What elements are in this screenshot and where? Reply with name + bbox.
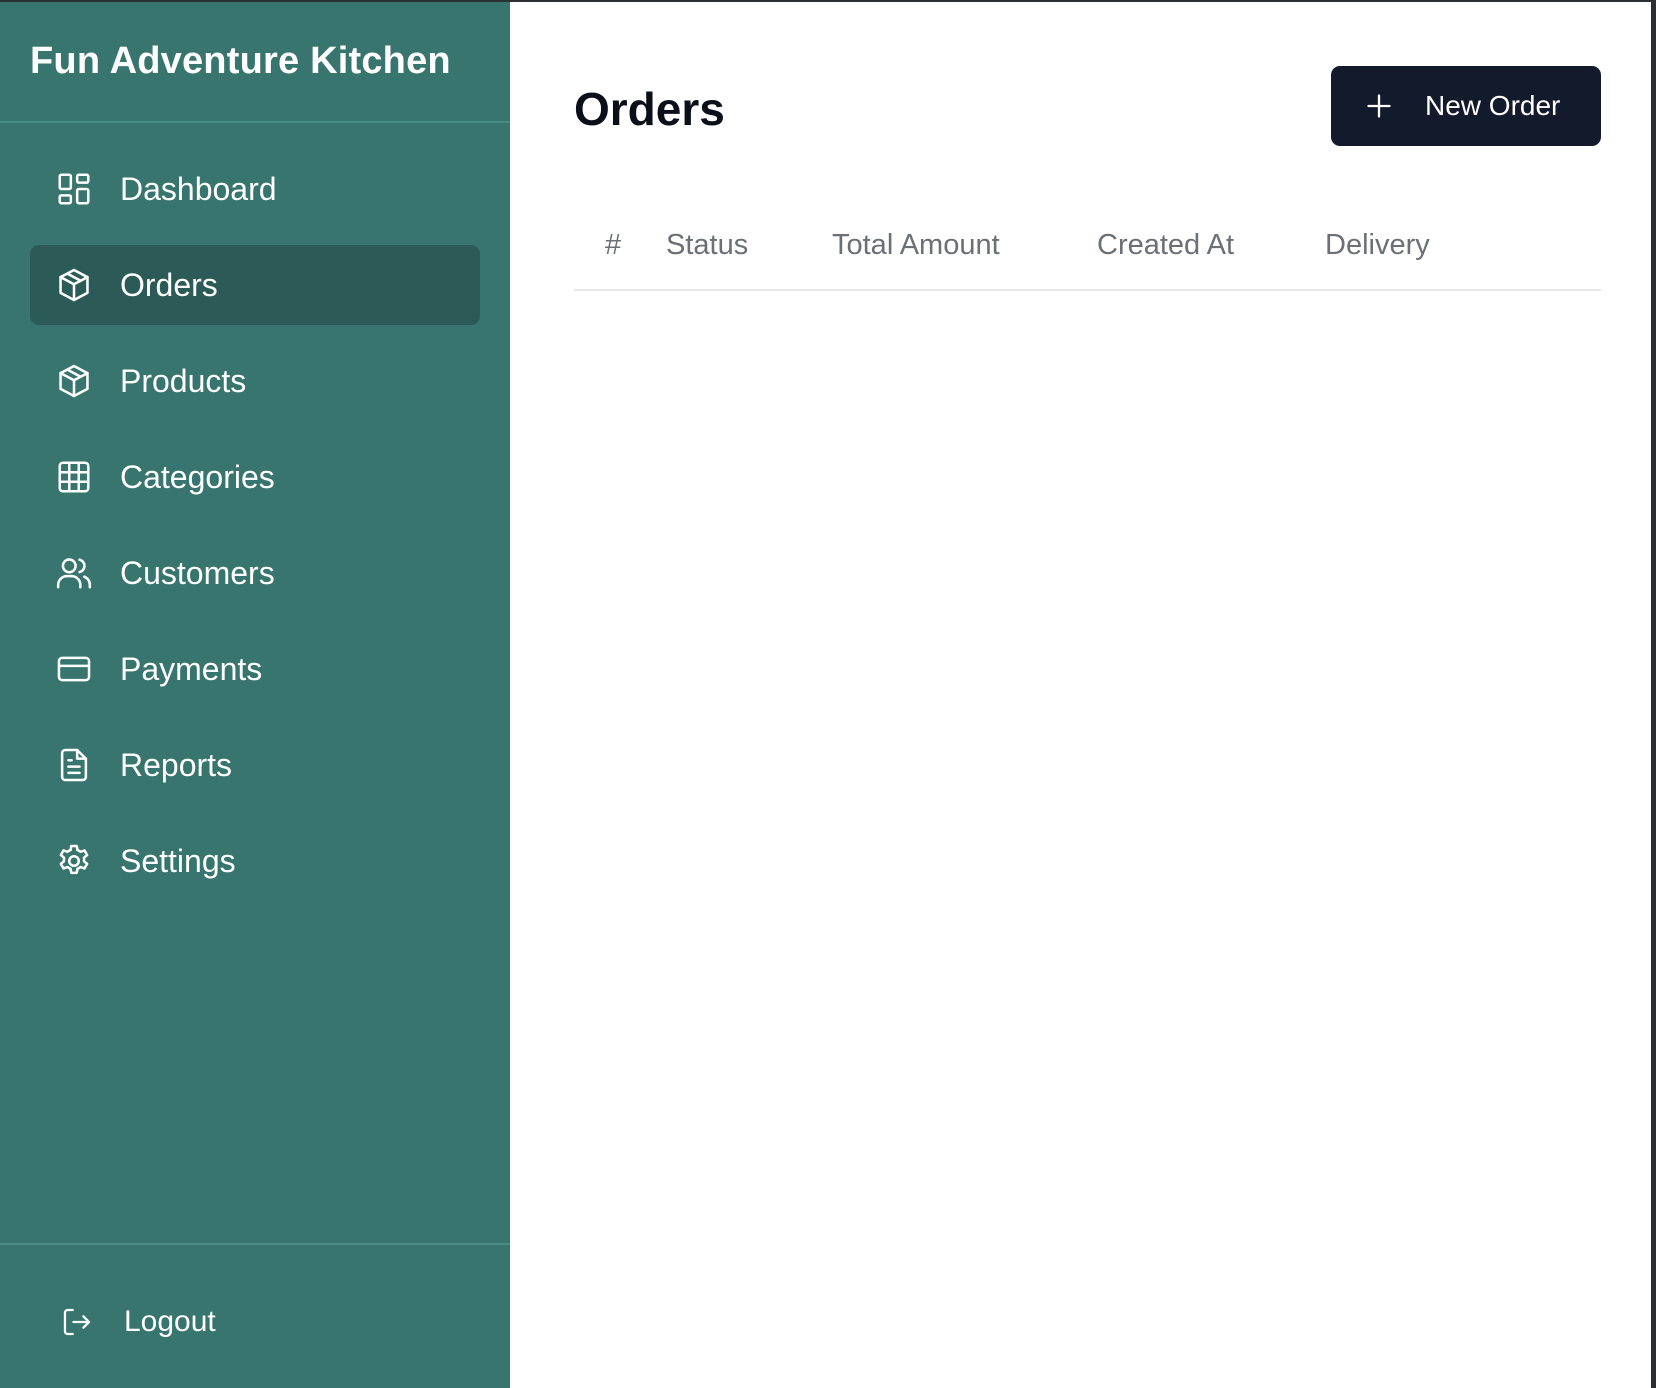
sidebar-item-reports[interactable]: Reports <box>30 725 480 805</box>
column-header-delivery[interactable]: Delivery <box>1325 202 1601 290</box>
column-header-number[interactable]: # <box>574 202 666 290</box>
document-icon <box>54 745 94 785</box>
sidebar-item-categories[interactable]: Categories <box>30 437 480 517</box>
sidebar-item-label: Customers <box>120 554 275 591</box>
column-header-created-at[interactable]: Created At <box>1097 202 1325 290</box>
box-icon <box>54 265 94 305</box>
sidebar-item-label: Reports <box>120 746 233 783</box>
new-order-button[interactable]: New Order <box>1331 66 1601 146</box>
sidebar-item-payments[interactable]: Payments <box>30 629 480 709</box>
sidebar-item-label: Dashboard <box>120 170 277 207</box>
new-order-label: New Order <box>1425 90 1561 121</box>
grid-icon <box>54 457 94 497</box>
sidebar-item-products[interactable]: Products <box>30 341 480 421</box>
gear-icon <box>54 841 94 881</box>
dashboard-icon <box>54 169 94 209</box>
table-header-row: # Status Total Amount Created At Deliver… <box>574 202 1601 290</box>
main-content: Orders New Order # Status Total Amount C… <box>510 2 1651 1388</box>
column-header-total-amount[interactable]: Total Amount <box>832 202 1097 290</box>
sidebar-item-label: Categories <box>120 458 275 495</box>
app-window: Fun Adventure Kitchen Dashboard Orders P… <box>0 2 1651 1388</box>
sidebar-item-settings[interactable]: Settings <box>30 821 480 901</box>
box-icon <box>54 361 94 401</box>
credit-card-icon <box>54 649 94 689</box>
column-header-status[interactable]: Status <box>666 202 832 290</box>
sidebar-item-label: Products <box>120 362 247 399</box>
users-icon <box>54 553 94 593</box>
logout-button[interactable]: Logout <box>60 1305 216 1339</box>
sidebar-item-label: Payments <box>120 650 263 687</box>
orders-table: # Status Total Amount Created At Deliver… <box>574 202 1601 291</box>
sidebar-item-orders[interactable]: Orders <box>30 245 480 325</box>
sidebar-item-dashboard[interactable]: Dashboard <box>30 149 480 229</box>
sidebar-item-label: Orders <box>120 266 218 303</box>
page-title: Orders <box>574 83 725 135</box>
logout-icon <box>60 1305 94 1339</box>
sidebar-footer: Logout <box>0 1243 510 1388</box>
sidebar-item-label: Settings <box>120 842 236 879</box>
plus-icon <box>1365 92 1393 120</box>
sidebar-item-customers[interactable]: Customers <box>30 533 480 613</box>
logout-label: Logout <box>124 1304 216 1338</box>
brand-title: Fun Adventure Kitchen <box>0 2 510 123</box>
sidebar-nav: Dashboard Orders Products Categories Cus… <box>0 123 510 901</box>
sidebar: Fun Adventure Kitchen Dashboard Orders P… <box>0 2 510 1388</box>
